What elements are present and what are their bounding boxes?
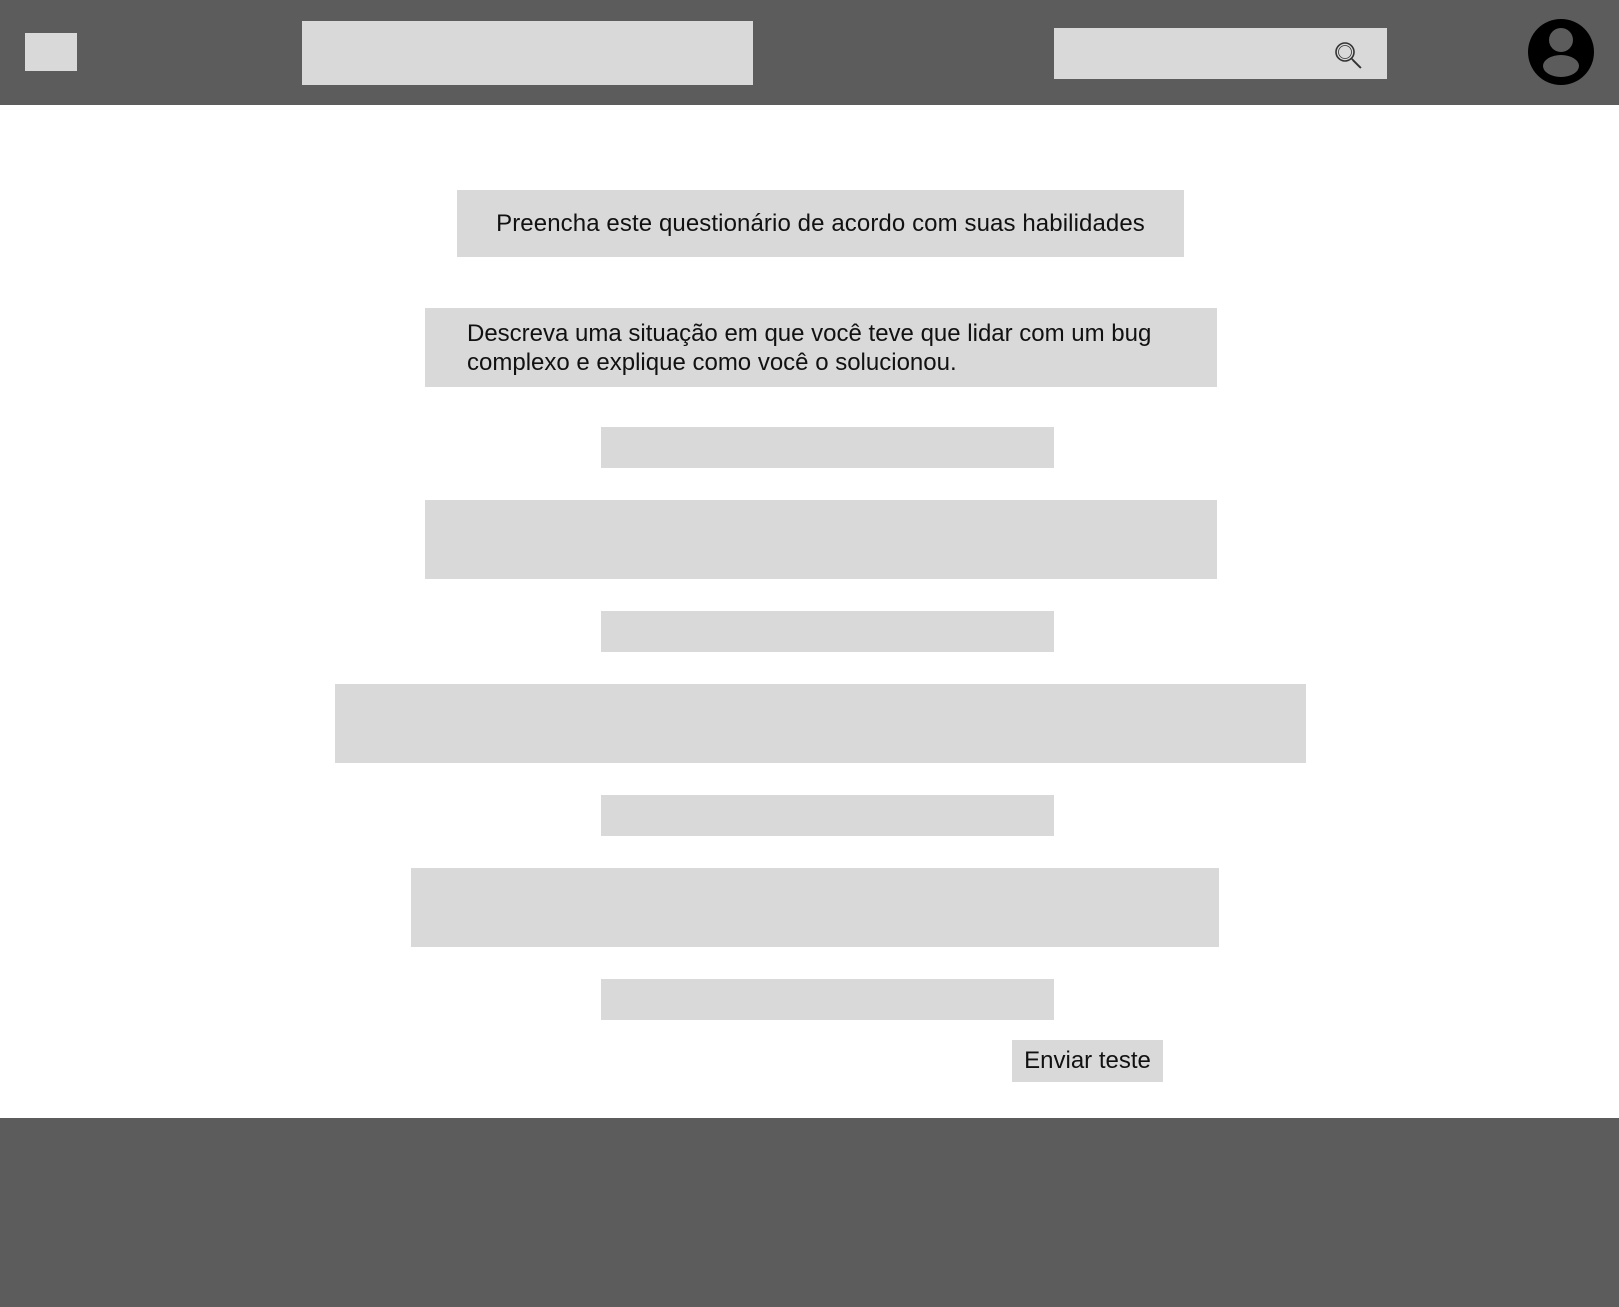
search-icon[interactable] bbox=[1333, 40, 1363, 70]
content-block-1 bbox=[425, 500, 1217, 579]
search-input[interactable] bbox=[1054, 28, 1387, 79]
page-title: Preencha este questionário de acordo com… bbox=[457, 190, 1184, 257]
nav-bar-placeholder[interactable] bbox=[302, 21, 753, 85]
user-avatar-icon[interactable] bbox=[1528, 19, 1594, 85]
logo-placeholder[interactable] bbox=[25, 33, 77, 71]
answer-field-3[interactable] bbox=[601, 795, 1054, 836]
answer-field-2[interactable] bbox=[601, 611, 1054, 652]
question-text: Descreva uma situação em que você teve q… bbox=[425, 308, 1217, 387]
page-footer bbox=[0, 1118, 1619, 1307]
content-block-3 bbox=[411, 868, 1219, 947]
submit-button[interactable]: Enviar teste bbox=[1012, 1040, 1163, 1082]
answer-field-1[interactable] bbox=[601, 427, 1054, 468]
content-block-2 bbox=[335, 684, 1306, 763]
top-header bbox=[0, 0, 1619, 105]
answer-field-4[interactable] bbox=[601, 979, 1054, 1020]
